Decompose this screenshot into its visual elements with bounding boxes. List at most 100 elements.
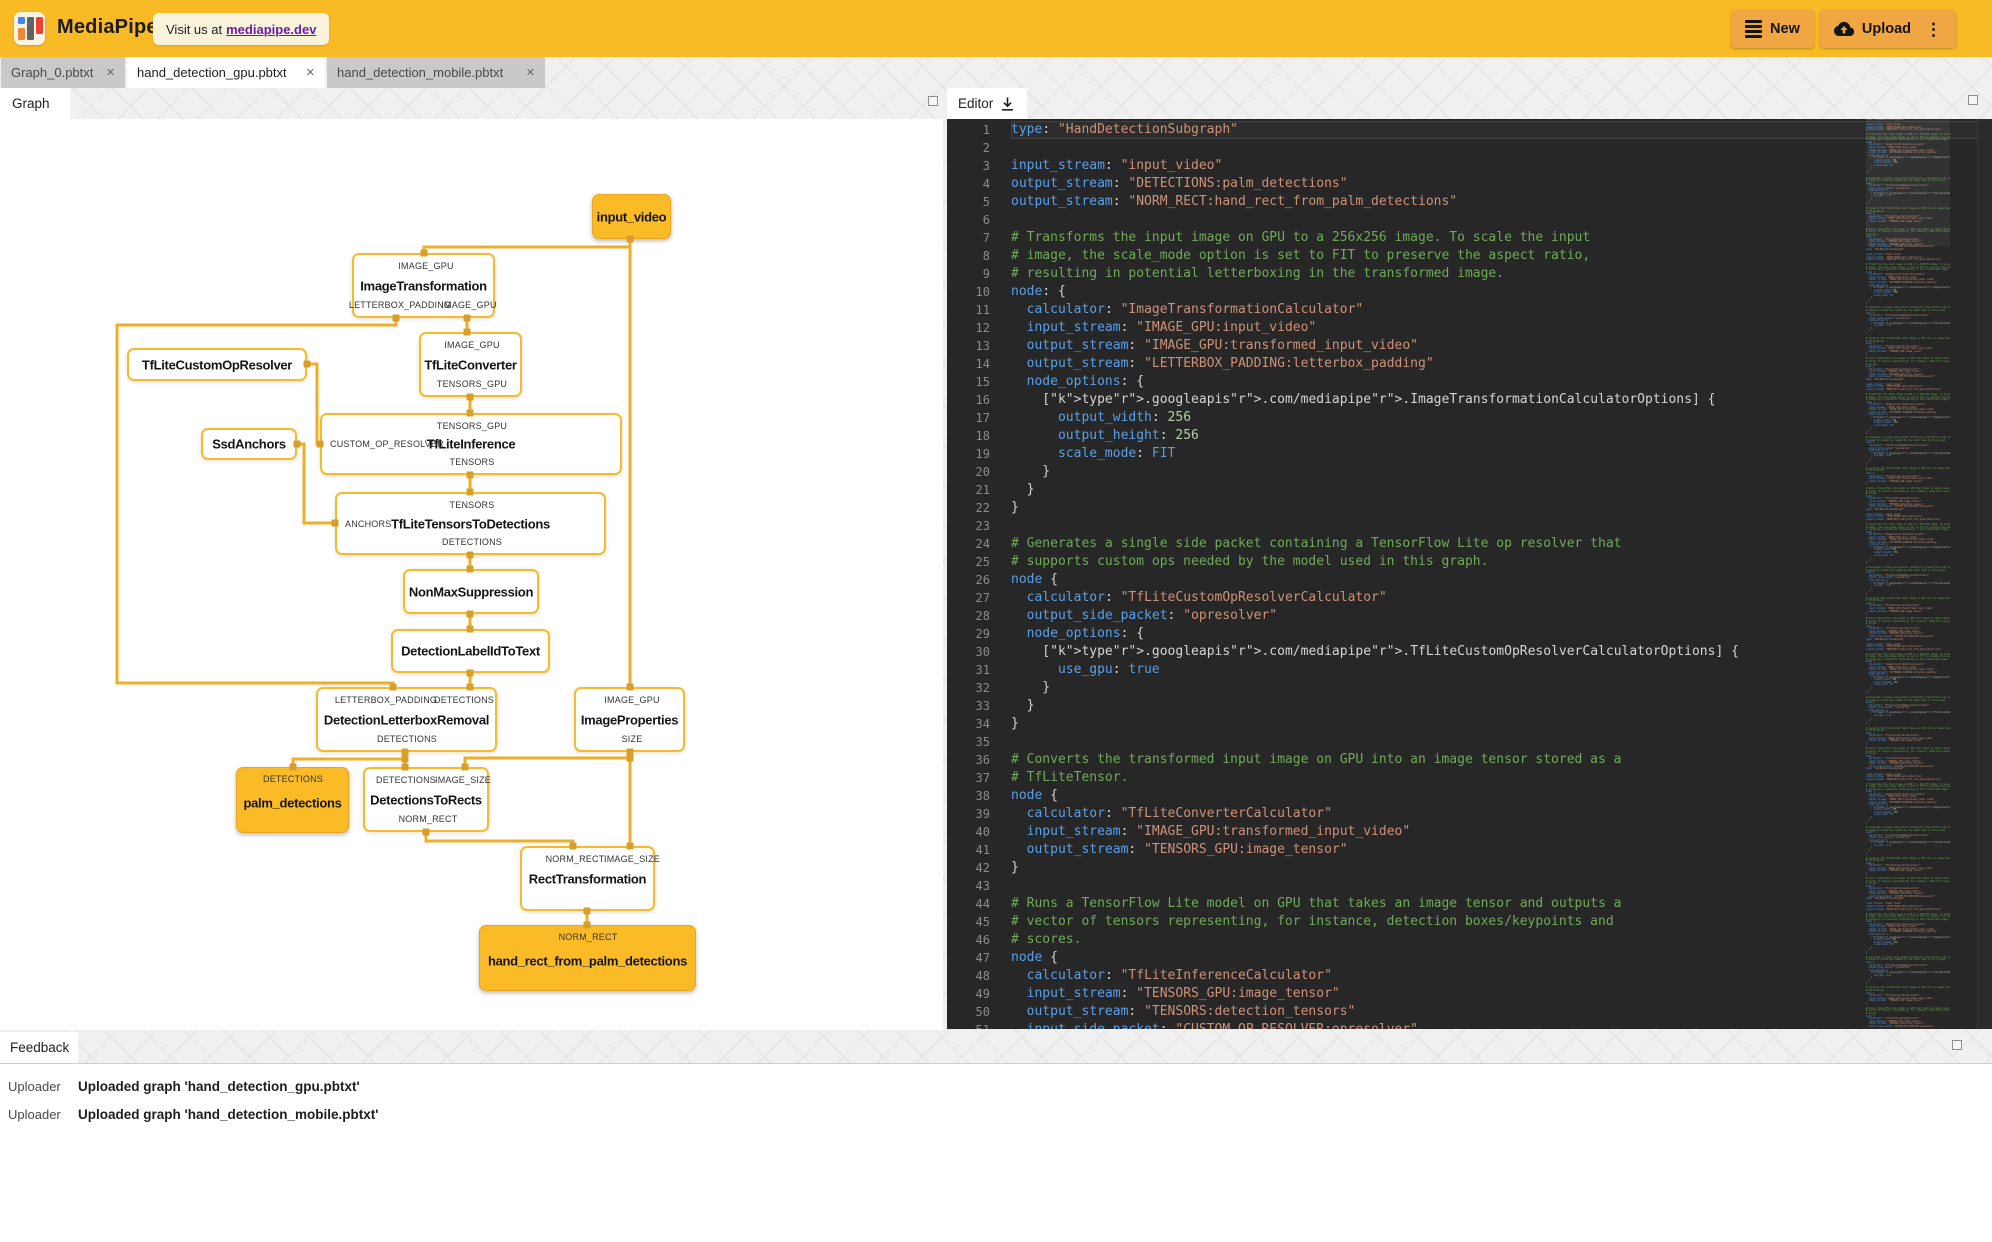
mediapipe-visualizer: MediaPipe Visit us at mediapipe.dev New … <box>0 0 1992 1242</box>
code-line-27[interactable]: 27 calculator: "TfLiteCustomOpResolverCa… <box>947 589 1992 607</box>
code-line-29[interactable]: 29 node_options: { <box>947 625 1992 643</box>
graph-node-SsdAnchors[interactable]: SsdAnchors <box>201 428 297 460</box>
editor-scrollbar[interactable] <box>1977 119 1992 1029</box>
close-icon[interactable]: ✕ <box>296 66 315 79</box>
code-line-7[interactable]: 7 # Transforms the input image on GPU to … <box>947 229 1992 247</box>
code-line-14[interactable]: 14 output_stream: "LETTERBOX_PADDING:let… <box>947 355 1992 373</box>
tab-graph-0-pbtxt[interactable]: Graph_0.pbtxt ✕ <box>1 57 125 88</box>
code-line-21[interactable]: 21 } <box>947 481 1992 499</box>
code-line-48[interactable]: 48 calculator: "TfLiteInferenceCalculato… <box>947 967 1992 985</box>
kebab-menu-icon[interactable]: ⋮ <box>1925 21 1942 38</box>
code-line-10[interactable]: 10 node: { <box>947 283 1992 301</box>
code-line-12[interactable]: 12 input_stream: "IMAGE_GPU:input_video" <box>947 319 1992 337</box>
code-line-5[interactable]: 5 output_stream: "NORM_RECT:hand_rect_fro… <box>947 193 1992 211</box>
tab-feedback[interactable]: Feedback <box>0 1032 78 1063</box>
code-line-17[interactable]: 17 output_width: 256 <box>947 409 1992 427</box>
code-line-22[interactable]: 22} <box>947 499 1992 517</box>
code-line-45[interactable]: 45 # vector of tensors representing, for … <box>947 913 1992 931</box>
code-line-15[interactable]: 15 node_options: { <box>947 373 1992 391</box>
graph-node-hand_rect_from_palm_detections[interactable]: NORM_RECT hand_rect_from_palm_detections <box>479 925 696 991</box>
minimap[interactable]: type: "HandDetectionSubgraph" input_stre… <box>1866 119 1950 1029</box>
graph-node-ImageProperties[interactable]: IMAGE_GPU SIZE ImageProperties <box>574 687 685 752</box>
code-line-30[interactable]: 30 ["k">type"r">.googleapis"r">.com/medi… <box>947 643 1992 661</box>
tab-graph-view[interactable]: Graph <box>0 88 70 119</box>
code-line-16[interactable]: 16 ["k">type"r">.googleapis"r">.com/medi… <box>947 391 1992 409</box>
line-number: 19 <box>975 447 990 461</box>
close-icon[interactable]: ✕ <box>516 66 535 79</box>
tab-editor[interactable]: Editor <box>947 88 1027 119</box>
expand-graph-panel-icon[interactable] <box>928 96 938 106</box>
graph-canvas[interactable]: input_video IMAGE_GPU LETTERBOX_PADDING IMA… <box>0 119 943 1030</box>
code-line-34[interactable]: 34} <box>947 715 1992 733</box>
code-line-51[interactable]: 51 input_side_packet: "CUSTOM_OP_RESOLVE… <box>947 1021 1992 1029</box>
code-line-28[interactable]: 28 output_side_packet: "opresolver" <box>947 607 1992 625</box>
code-line-35[interactable]: 35 <box>947 733 1992 751</box>
code-line-24[interactable]: 24 # Generates a single side packet conta… <box>947 535 1992 553</box>
code-line-4[interactable]: 4 output_stream: "DETECTIONS:palm_detecti… <box>947 175 1992 193</box>
code-line-38[interactable]: 38 node { <box>947 787 1992 805</box>
code-line-11[interactable]: 11 calculator: "ImageTransformationCalcu… <box>947 301 1992 319</box>
code-line-37[interactable]: 37 # TfLiteTensor. <box>947 769 1992 787</box>
code-line-36[interactable]: 36 # Converts the transformed input image… <box>947 751 1992 769</box>
code-line-18[interactable]: 18 output_height: 256 <box>947 427 1992 445</box>
code-line-6[interactable]: 6 <box>947 211 1992 229</box>
code-line-44[interactable]: 44 # Runs a TensorFlow Lite model on GPU … <box>947 895 1992 913</box>
graph-node-TfLiteInference[interactable]: TENSORS_GPU TENSORS CUSTOM_OP_RESOLVER TfLi… <box>320 413 622 475</box>
code-line-23[interactable]: 23 <box>947 517 1992 535</box>
graph-node-RectTransformation[interactable]: NORM_RECT IMAGE_SIZE RectTransformation <box>520 846 660 911</box>
code-line-31[interactable]: 31 use_gpu: true <box>947 661 1992 679</box>
code-line-32[interactable]: 32 } <box>947 679 1992 697</box>
graph-node-DetectionsToRects[interactable]: DETECTIONS IMAGE_SIZE NORM_RECT DetectionsT… <box>363 767 491 832</box>
code-line-19[interactable]: 19 scale_mode: FIT <box>947 445 1992 463</box>
port-label: DETECTIONS <box>375 775 437 785</box>
code-line-41[interactable]: 41 output_stream: "TENSORS_GPU:image_ten… <box>947 841 1992 859</box>
graph-node-DetectionLabelIdToText[interactable]: DetectionLabelIdToText <box>391 629 550 673</box>
feedback-source: Uploader <box>8 1106 61 1122</box>
graph-node-TfLiteTensorsToDetections[interactable]: TENSORS DETECTIONS ANCHORS TfLiteTensorsToD… <box>335 492 606 555</box>
code-line-46[interactable]: 46 # scores. <box>947 931 1992 949</box>
code-line-8[interactable]: 8 # image, the scale_mode option is set t… <box>947 247 1992 265</box>
graph-node-ImageTransformation[interactable]: IMAGE_GPU LETTERBOX_PADDING IMAGE_GPU Image… <box>349 253 497 318</box>
graph-node-palm_detections[interactable]: DETECTIONS palm_detections <box>236 767 349 833</box>
graph-node-DetectionLetterboxRemoval[interactable]: LETTERBOX_PADDING DETECTIONS DETECTIONS Det… <box>316 687 497 752</box>
code-line-40[interactable]: 40 input_stream: "IMAGE_GPU:transformed_… <box>947 823 1992 841</box>
code-line-20[interactable]: 20 } <box>947 463 1992 481</box>
upload-button-label: Upload <box>1861 21 1911 37</box>
code-line-1[interactable]: 1 type: "HandDetectionSubgraph" <box>947 121 1992 139</box>
node-label: TfLiteCustomOpResolver <box>141 357 293 372</box>
line-number: 45 <box>975 915 990 929</box>
graph-node-NonMaxSuppression[interactable]: NonMaxSuppression <box>403 569 539 614</box>
download-icon[interactable] <box>1000 96 1015 112</box>
code-line-49[interactable]: 49 input_stream: "TENSORS_GPU:image_tens… <box>947 985 1992 1003</box>
new-button[interactable]: New <box>1731 10 1814 48</box>
upload-button[interactable]: Upload ⋮ <box>1819 10 1956 48</box>
feedback-row: Uploader Uploaded graph 'hand_detection_g… <box>0 1072 1992 1100</box>
port-label: TENSORS_GPU <box>436 379 508 389</box>
code-line-47[interactable]: 47 node { <box>947 949 1992 967</box>
code-editor[interactable]: 1 type: "HandDetectionSubgraph" 2 3 input_s… <box>947 119 1992 1029</box>
code-line-26[interactable]: 26 node { <box>947 571 1992 589</box>
mediapipe-dev-link[interactable]: mediapipe.dev <box>226 22 316 37</box>
code-line-13[interactable]: 13 output_stream: "IMAGE_GPU:transformed… <box>947 337 1992 355</box>
expand-editor-panel-icon[interactable] <box>1968 95 1978 105</box>
code-line-3[interactable]: 3 input_stream: "input_video" <box>947 157 1992 175</box>
expand-feedback-panel-icon[interactable] <box>1952 1040 1962 1050</box>
tab-hand-detection-gpu-pbtxt[interactable]: hand_detection_gpu.pbtxt ✕ <box>127 57 325 88</box>
minimap-viewport[interactable] <box>1866 119 1950 246</box>
code-line-25[interactable]: 25 # supports custom ops needed by the mo… <box>947 553 1992 571</box>
mediapipe-logo-icon <box>14 12 45 45</box>
code-line-43[interactable]: 43 <box>947 877 1992 895</box>
port-label: IMAGE_GPU <box>441 300 497 310</box>
code-line-39[interactable]: 39 calculator: "TfLiteConverterCalculato… <box>947 805 1992 823</box>
code-line-50[interactable]: 50 output_stream: "TENSORS:detection_ten… <box>947 1003 1992 1021</box>
graph-node-TfLiteConverter[interactable]: IMAGE_GPU TENSORS_GPU TfLiteConverter <box>419 332 522 397</box>
code-line-9[interactable]: 9 # resulting in potential letterboxing i… <box>947 265 1992 283</box>
graph-node-TfLiteCustomOpResolver[interactable]: TfLiteCustomOpResolver <box>127 348 307 381</box>
graph-tab-label: Graph <box>12 96 50 111</box>
graph-node-input_video[interactable]: input_video <box>592 194 671 239</box>
tab-hand-detection-mobile-pbtxt[interactable]: hand_detection_mobile.pbtxt ✕ <box>327 57 545 88</box>
code-line-2[interactable]: 2 <box>947 139 1992 157</box>
close-icon[interactable]: ✕ <box>96 66 115 79</box>
code-line-33[interactable]: 33 } <box>947 697 1992 715</box>
code-line-42[interactable]: 42} <box>947 859 1992 877</box>
